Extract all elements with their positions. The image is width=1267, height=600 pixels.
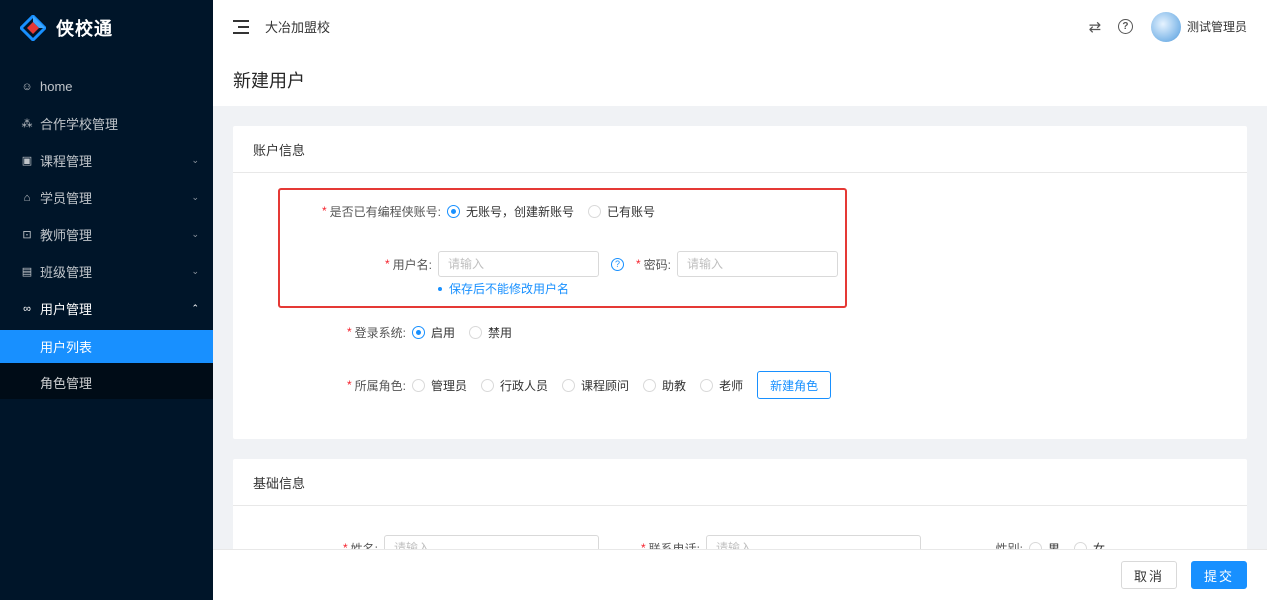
logo[interactable]: 侠校通 bbox=[0, 0, 213, 56]
swap-icon[interactable]: ⇄ bbox=[1086, 18, 1104, 36]
sidebar: 侠校通 ☺ home ⁂ 合作学校管理 ▣ 课程管理 ⌄ ⌂ 学员管理 ⌄ ⊡ … bbox=[0, 0, 213, 600]
sidebar-item-teachers[interactable]: ⊡ 教师管理 ⌄ bbox=[0, 216, 213, 253]
avatar[interactable] bbox=[1150, 11, 1181, 42]
login-system-label: * 登录系统: bbox=[346, 325, 406, 340]
user-name[interactable]: 测试管理员 bbox=[1187, 18, 1247, 35]
radio-gender-male[interactable]: 男 bbox=[1029, 540, 1060, 549]
radio-login-enable[interactable]: 启用 bbox=[412, 324, 455, 341]
chevron-down-icon: ⌄ bbox=[191, 266, 199, 276]
radio-role-staff[interactable]: 行政人员 bbox=[481, 377, 548, 394]
menu-fold-icon[interactable] bbox=[233, 19, 249, 34]
cluster-icon: ⁂ bbox=[21, 118, 33, 130]
sidebar-subitem-roles[interactable]: 角色管理 bbox=[0, 366, 213, 399]
sidebar-item-label: 教师管理 bbox=[40, 228, 93, 243]
help-icon[interactable]: ? bbox=[1117, 19, 1133, 34]
page-title-bar: 新建用户 bbox=[213, 53, 1267, 106]
page-title: 新建用户 bbox=[233, 70, 305, 91]
name-input[interactable] bbox=[384, 535, 599, 549]
password-label: * 密码: bbox=[636, 257, 672, 272]
chevron-up-icon: ⌃ bbox=[191, 303, 199, 313]
users-submenu: 用户列表 角色管理 bbox=[0, 330, 213, 399]
radio-role-admin[interactable]: 管理员 bbox=[412, 377, 467, 394]
username-hint: 保存后不能修改用户名 bbox=[438, 280, 1227, 297]
gender-label: 性别: bbox=[995, 541, 1023, 550]
sidebar-item-home[interactable]: ☺ home bbox=[0, 68, 213, 105]
sidebar-item-label: 课程管理 bbox=[40, 154, 93, 169]
class-icon: ▤ bbox=[21, 266, 33, 278]
sidebar-item-label: home bbox=[40, 79, 73, 94]
sidebar-item-classes[interactable]: ▤ 班级管理 ⌄ bbox=[0, 253, 213, 290]
cancel-button[interactable]: 取消 bbox=[1120, 561, 1177, 589]
username-input[interactable] bbox=[438, 251, 599, 277]
chevron-down-icon: ⌄ bbox=[191, 155, 199, 165]
sidebar-item-courses[interactable]: ▣ 课程管理 ⌄ bbox=[0, 142, 213, 179]
school-name: 大冶加盟校 bbox=[265, 20, 331, 35]
users-icon: ∞ bbox=[23, 302, 31, 315]
radio-role-teacher[interactable]: 老师 bbox=[700, 377, 743, 394]
logo-text: 侠校通 bbox=[56, 19, 113, 39]
radio-gender-female[interactable]: 女 bbox=[1074, 540, 1105, 549]
phone-label: * 联系电话: bbox=[640, 541, 700, 549]
radio-role-consultant[interactable]: 课程顾问 bbox=[562, 377, 629, 394]
sidebar-item-label: 班级管理 bbox=[40, 265, 93, 280]
chevron-down-icon: ⌄ bbox=[191, 229, 199, 239]
radio-role-assistant[interactable]: 助教 bbox=[643, 377, 686, 394]
top-header: 大冶加盟校 ⇄ ? 测试管理员 bbox=[213, 0, 1267, 53]
sidebar-item-label: 合作学校管理 bbox=[40, 117, 119, 132]
role-label: * 所属角色: bbox=[346, 378, 406, 393]
card-title: 基础信息 bbox=[233, 459, 1247, 506]
basic-info-card: 基础信息 *姓名: *联系电话: 性别: 男 女 bbox=[233, 459, 1247, 549]
question-icon[interactable]: ? bbox=[611, 257, 624, 271]
username-label: * 用户名: bbox=[384, 257, 432, 272]
has-account-label: * 是否已有编程侠账号: bbox=[321, 204, 441, 219]
new-role-button[interactable]: 新建角色 bbox=[757, 371, 832, 399]
teacher-icon: ⊡ bbox=[22, 229, 32, 241]
sidebar-subitem-user-list[interactable]: 用户列表 bbox=[0, 330, 213, 363]
graduation-icon: ⌂ bbox=[23, 191, 31, 204]
form-footer: 取消 提交 bbox=[213, 549, 1267, 600]
radio-login-disable[interactable]: 禁用 bbox=[469, 324, 512, 341]
submit-button[interactable]: 提交 bbox=[1190, 561, 1247, 589]
name-label: * 姓名: bbox=[342, 541, 378, 549]
sidebar-item-partner-schools[interactable]: ⁂ 合作学校管理 bbox=[0, 105, 213, 142]
sidebar-item-users[interactable]: ∞ 用户管理 ⌃ bbox=[0, 290, 213, 327]
sidebar-menu: ☺ home ⁂ 合作学校管理 ▣ 课程管理 ⌄ ⌂ 学员管理 ⌄ ⊡ 教师管理… bbox=[0, 68, 213, 399]
sidebar-item-students[interactable]: ⌂ 学员管理 ⌄ bbox=[0, 179, 213, 216]
card-title: 账户信息 bbox=[233, 126, 1247, 173]
chevron-down-icon: ⌄ bbox=[191, 192, 199, 202]
sidebar-item-label: 学员管理 bbox=[40, 191, 93, 206]
book-icon: ▣ bbox=[21, 155, 33, 167]
password-input[interactable] bbox=[677, 251, 839, 277]
logo-icon bbox=[20, 15, 46, 41]
main-content: 账户信息 *是否已有编程侠账号: 无账号，创建新账号 已有账号 *用户名: ? … bbox=[213, 106, 1267, 549]
radio-has-account[interactable]: 已有账号 bbox=[588, 203, 655, 220]
sidebar-item-label: 用户管理 bbox=[40, 302, 93, 317]
smile-icon: ☺ bbox=[21, 80, 33, 93]
radio-no-account[interactable]: 无账号，创建新账号 bbox=[447, 203, 574, 220]
account-info-card: 账户信息 *是否已有编程侠账号: 无账号，创建新账号 已有账号 *用户名: ? … bbox=[233, 126, 1247, 439]
phone-input[interactable] bbox=[706, 535, 921, 549]
